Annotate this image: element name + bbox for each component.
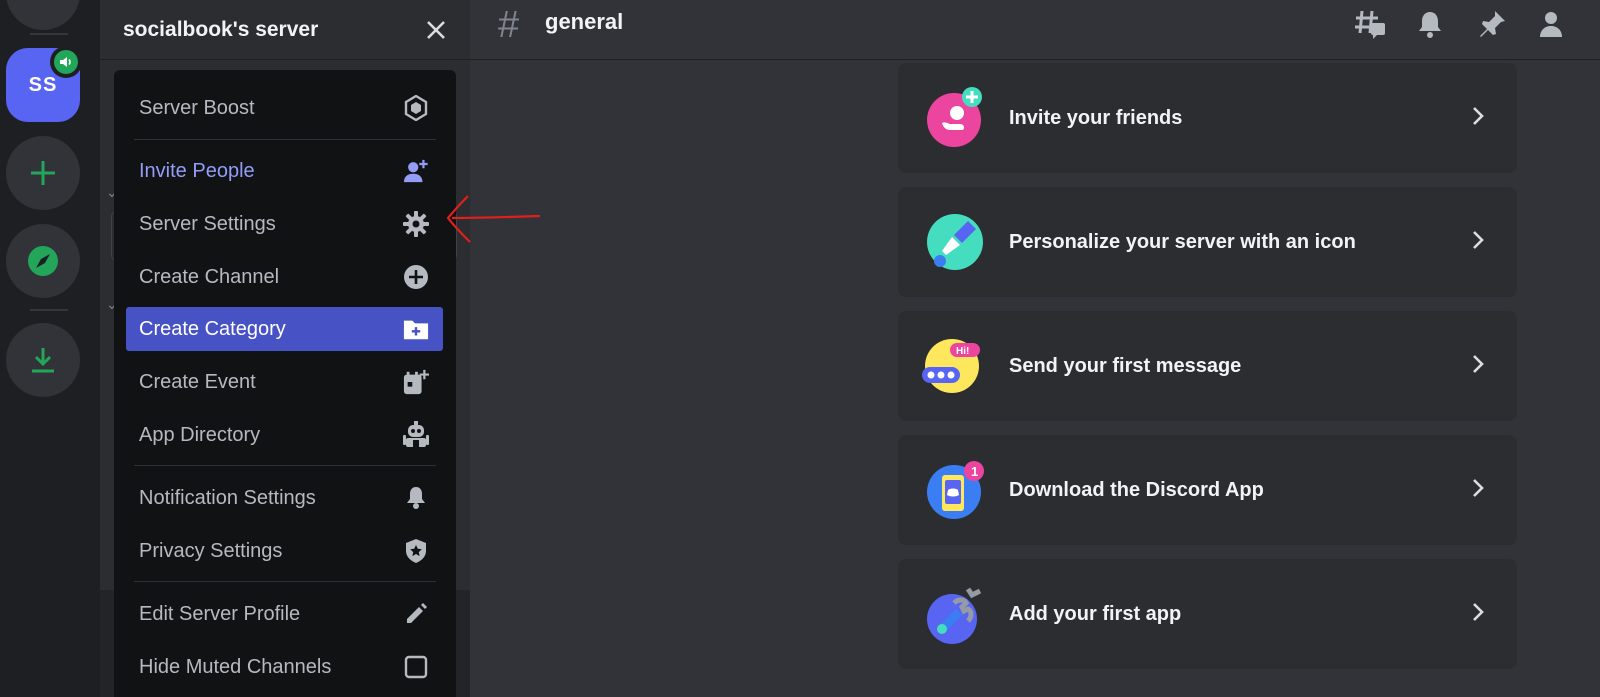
menu-item-server-settings[interactable]: Server Settings bbox=[126, 202, 443, 246]
menu-separator bbox=[134, 465, 436, 466]
card-add-first-app[interactable]: Add your first app bbox=[898, 559, 1517, 669]
paintbrush-icon bbox=[927, 214, 983, 270]
pin-icon[interactable] bbox=[1474, 6, 1510, 42]
bell-icon bbox=[403, 485, 429, 511]
card-download-app[interactable]: 1 Download the Discord App bbox=[898, 435, 1517, 545]
menu-item-notification-settings[interactable]: Notification Settings bbox=[126, 476, 443, 520]
invite-friends-icon bbox=[927, 87, 982, 147]
close-icon[interactable] bbox=[426, 20, 446, 40]
menu-item-create-category[interactable]: Create Category bbox=[126, 307, 443, 351]
pencil-icon bbox=[403, 601, 429, 627]
plus-circle-icon bbox=[403, 264, 429, 290]
menu-item-label: Notification Settings bbox=[139, 486, 316, 509]
menu-item-label: Hide Muted Channels bbox=[139, 655, 332, 678]
menu-item-label: Server Boost bbox=[139, 96, 255, 119]
card-label: Invite your friends bbox=[1009, 106, 1183, 129]
channel-hash-icon: # bbox=[498, 4, 520, 46]
server-initials: SS bbox=[28, 73, 58, 96]
card-label: Download the Discord App bbox=[1009, 478, 1264, 501]
rail-separator bbox=[30, 309, 68, 311]
card-label: Add your first app bbox=[1009, 602, 1182, 625]
calendar-plus-icon bbox=[403, 369, 429, 395]
card-invite-friends[interactable]: Invite your friends bbox=[898, 63, 1517, 173]
menu-item-invite-people[interactable]: Invite People bbox=[126, 149, 443, 193]
phone-icon: 1 bbox=[927, 461, 984, 519]
menu-separator bbox=[134, 139, 436, 140]
card-label: Send your first message bbox=[1009, 354, 1242, 377]
menu-item-label: Privacy Settings bbox=[139, 539, 283, 562]
compass-icon bbox=[28, 246, 58, 276]
card-label: Personalize your server with an icon bbox=[1009, 230, 1356, 253]
svg-text:Hi!: Hi! bbox=[956, 346, 969, 357]
menu-item-label: Create Channel bbox=[139, 265, 280, 288]
add-person-icon bbox=[403, 158, 429, 184]
checkbox-icon[interactable] bbox=[403, 654, 429, 680]
member-list-icon[interactable] bbox=[1534, 6, 1570, 42]
download-apps-button[interactable] bbox=[6, 323, 80, 397]
gear-icon bbox=[403, 211, 429, 237]
menu-separator bbox=[134, 581, 436, 582]
chat-header: # general bbox=[470, 0, 1600, 60]
server-name: socialbook's server bbox=[123, 17, 319, 41]
explore-button[interactable] bbox=[6, 224, 80, 298]
voice-badge bbox=[50, 46, 82, 78]
chevron-right-icon bbox=[1473, 603, 1484, 621]
svg-text:1: 1 bbox=[971, 464, 978, 479]
rail-separator bbox=[30, 33, 68, 35]
plus-icon bbox=[31, 161, 55, 185]
annotation-arrow bbox=[446, 195, 541, 243]
folder-plus-icon bbox=[403, 316, 429, 342]
discord-app: SS ⌄ ⌄ socialbook's server # general Inv… bbox=[0, 0, 1600, 697]
chevron-right-icon bbox=[1473, 107, 1484, 125]
menu-item-label: Server Settings bbox=[139, 212, 276, 235]
threads-icon[interactable] bbox=[1352, 6, 1388, 42]
add-server-button[interactable] bbox=[6, 136, 80, 210]
card-personalize-server[interactable]: Personalize your server with an icon bbox=[898, 187, 1517, 297]
download-icon bbox=[32, 348, 54, 373]
menu-item-hide-muted-channels[interactable]: Hide Muted Channels bbox=[126, 645, 443, 689]
home-button[interactable] bbox=[6, 0, 80, 30]
menu-item-label: Create Event bbox=[139, 370, 256, 393]
server-dropdown-menu: Server Boost Invite People Server Settin… bbox=[114, 70, 456, 697]
menu-item-server-boost[interactable]: Server Boost bbox=[126, 86, 443, 130]
chat-bubble-icon: Hi! bbox=[922, 339, 980, 393]
channel-title: general bbox=[545, 9, 624, 34]
robot-icon bbox=[403, 421, 429, 448]
menu-item-label: App Directory bbox=[139, 423, 261, 446]
chevron-right-icon bbox=[1473, 355, 1484, 373]
chevron-right-icon bbox=[1473, 231, 1484, 249]
server-rail: SS bbox=[0, 0, 100, 697]
server-header[interactable]: socialbook's server bbox=[100, 0, 470, 60]
menu-item-app-directory[interactable]: App Directory bbox=[126, 413, 443, 457]
menu-item-label: Edit Server Profile bbox=[139, 602, 301, 625]
menu-item-edit-server-profile[interactable]: Edit Server Profile bbox=[126, 592, 443, 636]
menu-item-create-event[interactable]: Create Event bbox=[126, 360, 443, 404]
menu-item-create-channel[interactable]: Create Channel bbox=[126, 255, 443, 299]
speaker-icon bbox=[60, 57, 71, 67]
chevron-right-icon bbox=[1473, 479, 1484, 497]
menu-item-privacy-settings[interactable]: Privacy Settings bbox=[126, 529, 443, 573]
wrench-icon bbox=[927, 587, 982, 644]
shield-star-icon bbox=[403, 538, 429, 564]
boost-icon bbox=[403, 95, 429, 121]
notification-bell-icon[interactable] bbox=[1412, 6, 1448, 42]
menu-item-label: Create Category bbox=[139, 317, 286, 340]
menu-item-label: Invite People bbox=[139, 159, 255, 182]
card-send-first-message[interactable]: Hi! Send your first message bbox=[898, 311, 1517, 421]
